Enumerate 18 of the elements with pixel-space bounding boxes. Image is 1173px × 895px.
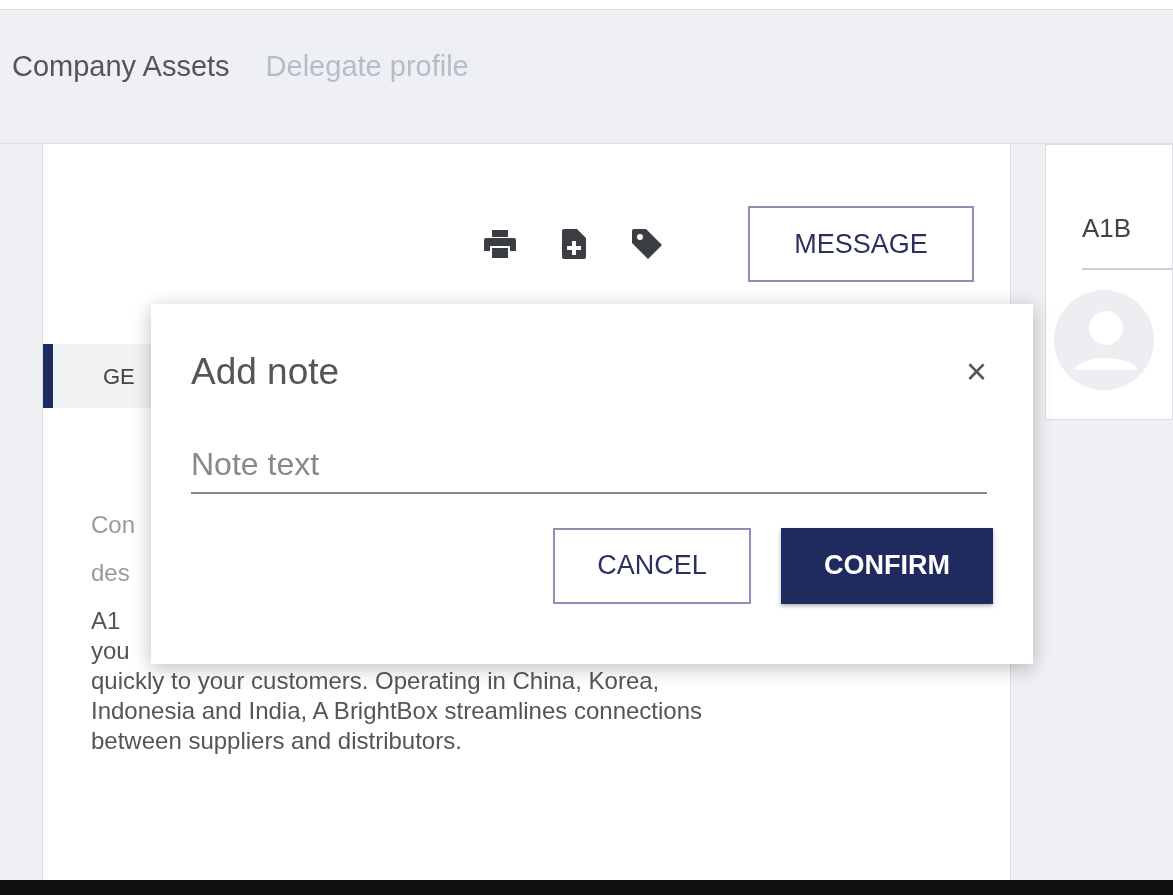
file-plus-icon[interactable] (561, 229, 586, 259)
description-text: between suppliers and distributors. (91, 726, 462, 756)
company-name: A1B (1081, 212, 1133, 245)
description-text: Indonesia and India, A BrightBox streamlines connections (91, 696, 703, 726)
message-button[interactable]: MESSAGE (747, 206, 974, 282)
note-text-field[interactable]: Note text (191, 437, 987, 494)
cancel-button[interactable]: CANCEL (553, 527, 751, 604)
description-text: des (91, 558, 130, 588)
dialog-title: Add note (191, 350, 340, 394)
tab[interactable]: Company Assets (12, 44, 230, 89)
confirm-button[interactable]: CONFIRM (781, 527, 993, 604)
printer-icon[interactable] (483, 230, 516, 258)
description-text: you (91, 636, 130, 666)
description-text: Con (91, 510, 136, 540)
close-button[interactable]: × (965, 344, 987, 399)
tag-icon[interactable] (631, 229, 662, 259)
description-text: A1 (91, 606, 121, 636)
description-text: quickly to your customers. Operating in China, Korea, (91, 666, 660, 696)
